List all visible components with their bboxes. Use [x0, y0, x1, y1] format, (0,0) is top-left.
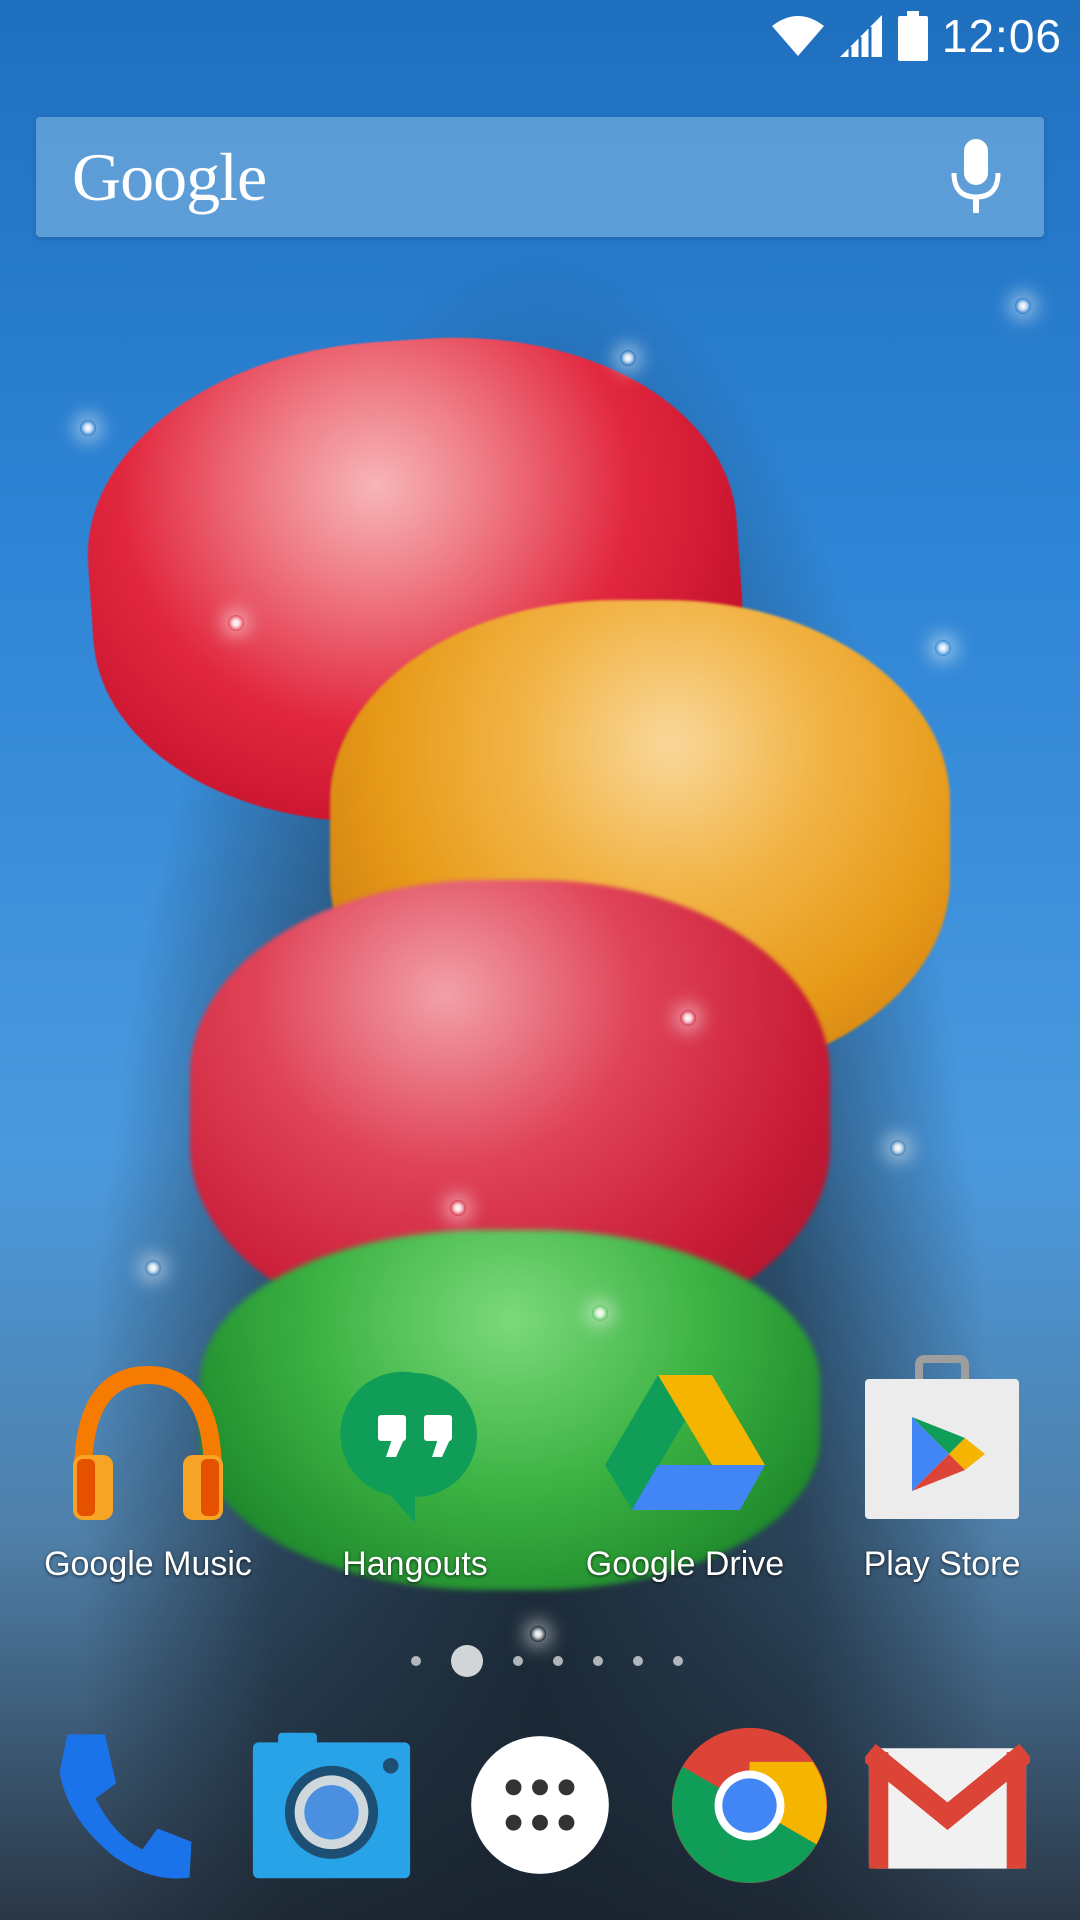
sparkle	[145, 1260, 161, 1276]
sparkle	[935, 640, 951, 656]
page-indicator	[0, 1645, 1080, 1677]
sparkle	[890, 1140, 906, 1156]
gmail-icon[interactable]	[862, 1720, 1032, 1890]
sparkle	[530, 1626, 546, 1642]
page-dot[interactable]	[633, 1656, 643, 1666]
chrome-icon[interactable]	[664, 1720, 834, 1890]
app-drawer-icon[interactable]	[455, 1720, 625, 1890]
phone-icon[interactable]	[34, 1720, 204, 1890]
sparkle	[450, 1200, 466, 1216]
page-dot[interactable]	[673, 1656, 683, 1666]
page-dot-active[interactable]	[451, 1645, 483, 1677]
sparkle	[1015, 298, 1031, 314]
page-dot[interactable]	[593, 1656, 603, 1666]
sparkle	[620, 350, 636, 366]
page-dot[interactable]	[553, 1656, 563, 1666]
play-store-icon[interactable]	[857, 1355, 1027, 1525]
mic-icon[interactable]	[948, 137, 1004, 217]
dock	[0, 1720, 1080, 1890]
app-label: Hangouts	[342, 1545, 488, 1583]
app-label: Play Store	[863, 1545, 1021, 1583]
page-dot[interactable]	[411, 1656, 421, 1666]
google-drive-icon[interactable]	[600, 1355, 770, 1525]
sparkle	[592, 1305, 608, 1321]
app-hangouts[interactable]: Hangouts	[285, 1355, 545, 1584]
signal-icon	[839, 15, 882, 57]
google-search-bar[interactable]: Google	[36, 117, 1044, 237]
app-play-store[interactable]: Play Store	[812, 1355, 1072, 1584]
battery-icon	[897, 11, 928, 61]
status-time: 12:06	[941, 10, 1062, 62]
sparkle	[680, 1010, 696, 1026]
wifi-icon	[771, 16, 824, 56]
app-label: Google Drive	[585, 1545, 785, 1583]
app-label: Google Music	[44, 1545, 252, 1583]
sparkle	[80, 420, 96, 436]
app-google-drive[interactable]: Google Drive	[555, 1355, 815, 1584]
page-dot[interactable]	[513, 1656, 523, 1666]
google-music-icon[interactable]	[63, 1355, 233, 1525]
sparkle	[228, 615, 244, 631]
home-apps-row: Google Music Hangouts Google Drive Play …	[0, 1355, 1080, 1585]
google-logo: Google	[72, 138, 267, 215]
status-bar: 12:06	[0, 0, 1080, 72]
app-google-music[interactable]: Google Music	[18, 1355, 278, 1584]
wallpaper	[0, 0, 1080, 1920]
camera-icon[interactable]	[246, 1720, 416, 1890]
hangouts-icon[interactable]	[330, 1355, 500, 1525]
